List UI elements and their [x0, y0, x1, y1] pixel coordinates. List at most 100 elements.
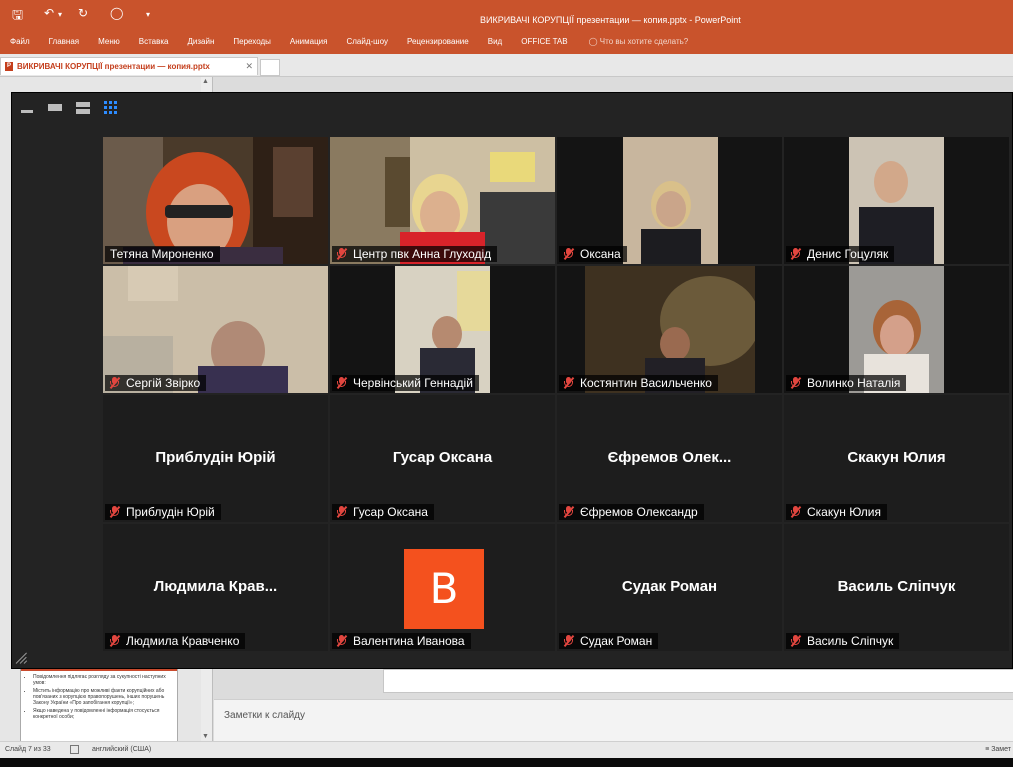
tab-animations[interactable]: Анимация — [280, 33, 337, 53]
slide-counter: Слайд 7 из 33 — [5, 746, 51, 753]
tab-menu[interactable]: Меню — [88, 33, 129, 53]
participant-tile[interactable]: Василь Сліпчук Василь Сліпчук — [784, 524, 1009, 651]
slide-thumbnail[interactable]: Повідомлення підлягає розгляду за сукупн… — [20, 662, 178, 742]
scroll-up-icon[interactable]: ▲ — [202, 78, 209, 85]
powerpoint-file-icon: P — [5, 62, 13, 71]
participant-tile[interactable]: B Валентина Иванова — [330, 524, 555, 651]
muted-mic-icon — [109, 376, 121, 390]
participant-name-tag: Сергій Звірко — [105, 375, 207, 391]
participant-name: Волинко Наталія — [807, 376, 901, 390]
muted-mic-icon — [109, 505, 121, 519]
participant-name-tag: Оксана — [559, 246, 627, 262]
redo-icon[interactable]: ↻ — [78, 6, 88, 20]
muted-mic-icon — [563, 634, 575, 648]
document-tab[interactable]: P ВИКРИВАЧІ КОРУПЦІЇ презентации — копия… — [0, 57, 258, 75]
close-tab-icon[interactable]: ✕ — [245, 61, 253, 72]
slide-canvas[interactable] — [383, 669, 1013, 693]
lightbulb-icon: ◯ — [588, 37, 598, 46]
participant-name-tag: Костянтин Васильченко — [559, 375, 718, 391]
thumbnail-bullet: Якщо наведена у повідомленні інформація … — [33, 708, 173, 720]
tab-view[interactable]: Вид — [478, 33, 511, 53]
status-bar: Слайд 7 из 33 английский (США) ≡ Замет — [0, 741, 1013, 759]
thumbnail-bullet: Повідомлення підлягає розгляду за сукупн… — [33, 674, 173, 686]
undo-dropdown-icon[interactable]: ▾ — [58, 10, 62, 19]
participant-tile[interactable]: Центр пвк Анна Глуходід — [330, 137, 555, 264]
ribbon-tabs: Файл Главная Меню Вставка Дизайн Переход… — [0, 33, 688, 53]
participant-name-tag: Василь Сліпчук — [786, 633, 900, 649]
participant-display-name: Приблудін Юрій — [155, 449, 276, 466]
notes-toggle[interactable]: ≡ Замет — [985, 746, 1011, 753]
tell-me-search[interactable]: ◯ Что вы хотите сделать? — [577, 33, 689, 53]
participant-display-name: Василь Сліпчук — [837, 578, 956, 595]
participant-tile[interactable]: Денис Гоцуляк — [784, 137, 1009, 264]
participant-avatar: B — [404, 549, 484, 629]
participant-tile[interactable]: Гусар Оксана Гусар Оксана — [330, 395, 555, 522]
tell-me-label: Что вы хотите сделать? — [599, 37, 689, 46]
save-icon[interactable]: 🖫 — [12, 6, 23, 28]
powerpoint-title-bar: 🖫 ↶ ▾ ↻ ◯ ▾ ВИКРИВАЧІ КОРУПЦІЇ презентац… — [0, 0, 1013, 54]
document-tab-label: ВИКРИВАЧІ КОРУПЦІЇ презентации — копия.p… — [17, 62, 210, 71]
participant-display-name: Людмила Крав... — [153, 578, 278, 595]
participant-tile[interactable]: Червінський Геннадій — [330, 266, 555, 393]
tab-file[interactable]: Файл — [0, 33, 39, 53]
minimize-view-icon[interactable] — [20, 101, 34, 115]
spellcheck-icon[interactable] — [70, 745, 79, 754]
participant-display-name: Єфремов Олек... — [607, 449, 732, 466]
participant-tile[interactable]: Тетяна Мироненко — [103, 137, 328, 264]
participant-tile[interactable]: Скакун Юлия Скакун Юлия — [784, 395, 1009, 522]
thumbnail-bullet: Містить інформацію про можливі факти кор… — [33, 688, 173, 706]
customize-toolbar-icon[interactable]: ▾ — [146, 10, 150, 19]
present-from-start-icon[interactable]: ◯ — [110, 6, 123, 20]
participant-name: Єфремов Олександр — [580, 505, 698, 519]
tab-home[interactable]: Главная — [39, 33, 88, 53]
participant-name-tag: Центр пвк Анна Глуходід — [332, 246, 498, 262]
participant-tile[interactable]: Оксана — [557, 137, 782, 264]
muted-mic-icon — [790, 505, 802, 519]
participant-name-tag: Денис Гоцуляк — [786, 246, 895, 262]
participant-name: Червінський Геннадій — [353, 376, 473, 390]
window-title: ВИКРИВАЧІ КОРУПЦІЇ презентации — копия.p… — [480, 15, 741, 25]
notes-toggle-label: Замет — [991, 746, 1011, 753]
participant-name: Костянтин Васильченко — [580, 376, 712, 390]
participant-video — [330, 137, 555, 264]
participant-tile[interactable]: Волинко Наталія — [784, 266, 1009, 393]
new-tab-button[interactable] — [260, 59, 280, 76]
participant-name: Центр пвк Анна Глуходід — [353, 247, 492, 261]
view-mode-toolbar — [20, 101, 118, 115]
muted-mic-icon — [109, 634, 121, 648]
tab-office-tab[interactable]: OFFICE TAB — [511, 33, 576, 53]
screen-edge — [0, 758, 1013, 767]
notes-placeholder: Заметки к слайду — [224, 710, 305, 721]
scroll-down-icon[interactable]: ▼ — [202, 733, 209, 740]
tab-transitions[interactable]: Переходы — [223, 33, 280, 53]
participant-name: Судак Роман — [580, 634, 653, 648]
participant-tile[interactable]: Судак Роман Судак Роман — [557, 524, 782, 651]
thumbnail-bullets: Повідомлення підлягає розгляду за сукупн… — [25, 674, 173, 720]
language-indicator[interactable]: английский (США) — [92, 746, 151, 753]
participant-tile[interactable]: Костянтин Васильченко — [557, 266, 782, 393]
tab-insert[interactable]: Вставка — [129, 33, 178, 53]
muted-mic-icon — [336, 376, 348, 390]
tab-design[interactable]: Дизайн — [177, 33, 223, 53]
muted-mic-icon — [336, 634, 348, 648]
participant-display-name: Судак Роман — [621, 578, 718, 595]
thumbnail-view-icon[interactable] — [76, 101, 90, 115]
speaker-view-icon[interactable] — [48, 101, 62, 115]
muted-mic-icon — [563, 376, 575, 390]
participant-tile[interactable]: Людмила Крав... Людмила Кравченко — [103, 524, 328, 651]
tab-review[interactable]: Рецензирование — [397, 33, 478, 53]
participant-video — [849, 137, 944, 264]
participant-tile[interactable]: Сергій Звірко — [103, 266, 328, 393]
gallery-view-icon[interactable] — [104, 101, 118, 115]
undo-icon[interactable]: ↶ — [44, 6, 54, 20]
participant-name: Сергій Звірко — [126, 376, 201, 390]
resize-grip-icon[interactable] — [15, 652, 28, 664]
participant-video — [585, 266, 755, 393]
participant-tile[interactable]: Приблудін Юрій Приблудін Юрій — [103, 395, 328, 522]
muted-mic-icon — [563, 505, 575, 519]
muted-mic-icon — [563, 247, 575, 261]
participant-video — [103, 266, 328, 393]
participant-tile[interactable]: Єфремов Олек... Єфремов Олександр — [557, 395, 782, 522]
tab-slideshow[interactable]: Слайд-шоу — [336, 33, 396, 53]
notes-pane[interactable]: Заметки к слайду — [214, 699, 1013, 742]
